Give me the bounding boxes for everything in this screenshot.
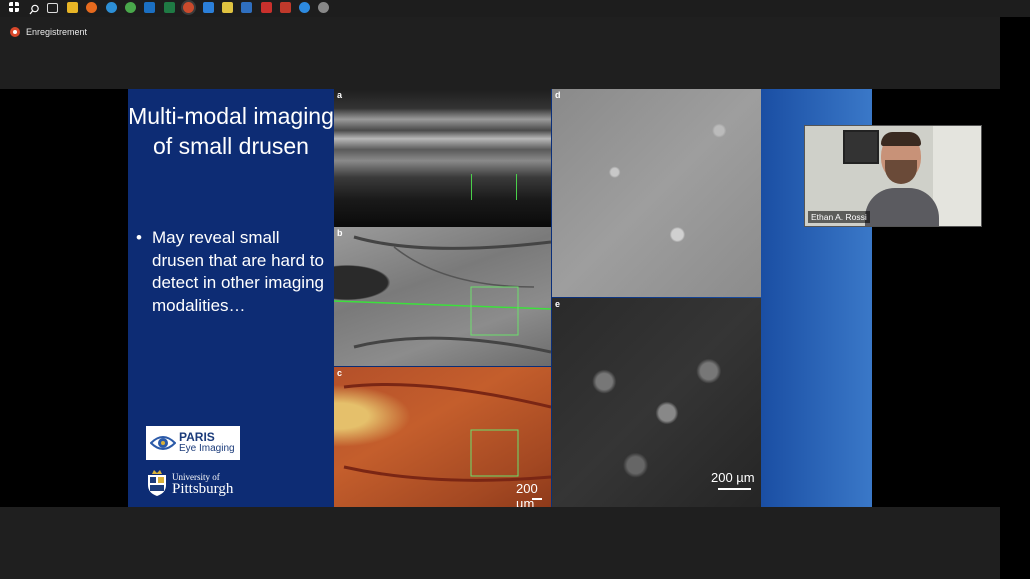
- word-icon[interactable]: [183, 2, 194, 13]
- aoslo-offset-image: e 200 µm: [552, 298, 761, 507]
- aoslo-confocal-image: d: [552, 89, 761, 297]
- pitt-logo-line2: Pittsburgh: [172, 481, 234, 497]
- oct-bscan-image: a: [334, 89, 551, 227]
- slide-text-panel: Multi-modal imaging of small drusen • Ma…: [128, 89, 334, 507]
- eye-logo-icon: [150, 436, 176, 450]
- paris-logo-subtitle: Eye Imaging: [179, 443, 235, 454]
- retinal-vessels-graphic: [334, 235, 551, 354]
- scale-label-right: 200 µm: [711, 470, 755, 485]
- windows-start-icon[interactable]: [9, 2, 19, 12]
- windows-taskbar: [0, 0, 1030, 17]
- panel-label-d: d: [555, 90, 561, 100]
- oct-marker-line-left: [471, 174, 472, 200]
- slo-fundus-image: b: [334, 227, 551, 366]
- participant-avatar: [865, 132, 939, 226]
- panel-label-e: e: [555, 299, 561, 309]
- record-icon: [10, 27, 20, 37]
- door-background: [933, 126, 981, 226]
- document-icon[interactable]: [261, 2, 272, 13]
- scale-bar-right: [718, 488, 751, 490]
- participant-name-label: Ethan A. Rossi: [808, 211, 870, 223]
- slide-title: Multi-modal imaging of small drusen: [128, 103, 334, 159]
- search-icon[interactable]: [29, 2, 40, 15]
- paris-logo-title: PARIS: [179, 430, 215, 444]
- chrome-icon[interactable]: [125, 2, 136, 13]
- recording-indicator[interactable]: Enregistrement: [10, 27, 87, 37]
- slide-bullet: • May reveal small drusen that are hard …: [136, 227, 332, 317]
- university-of-pittsburgh-logo: University of Pittsburgh: [146, 469, 233, 497]
- oct-marker-line-right: [516, 174, 517, 200]
- presentation-slide: Multi-modal imaging of small drusen • Ma…: [128, 89, 872, 507]
- app-icon[interactable]: [299, 2, 310, 13]
- edge-icon[interactable]: [106, 2, 117, 13]
- video-app-icon[interactable]: [318, 2, 329, 13]
- color-fundus-image: c 200 µm: [334, 367, 551, 507]
- pittsburgh-crest-icon: [148, 470, 166, 496]
- participant-video-tile[interactable]: Ethan A. Rossi: [804, 125, 982, 227]
- paris-eye-imaging-logo: PARIS Eye Imaging: [146, 426, 240, 460]
- acrobat-icon[interactable]: [280, 2, 291, 13]
- scale-bar-left: [532, 498, 542, 500]
- recording-label: Enregistrement: [26, 27, 88, 37]
- panel-label-a: a: [337, 90, 343, 100]
- onenote-icon[interactable]: [222, 2, 233, 13]
- bullet-point-icon: •: [136, 228, 142, 247]
- task-view-icon[interactable]: [47, 3, 58, 13]
- zoom-icon[interactable]: [203, 2, 214, 13]
- excel-icon[interactable]: [164, 2, 175, 13]
- bullet-text: May reveal small drusen that are hard to…: [152, 228, 325, 315]
- scale-label-left: 200 µm: [516, 481, 538, 507]
- notes-icon[interactable]: [241, 2, 252, 13]
- firefox-icon[interactable]: [86, 2, 97, 13]
- file-explorer-icon[interactable]: [67, 2, 78, 13]
- outlook-icon[interactable]: [144, 2, 155, 13]
